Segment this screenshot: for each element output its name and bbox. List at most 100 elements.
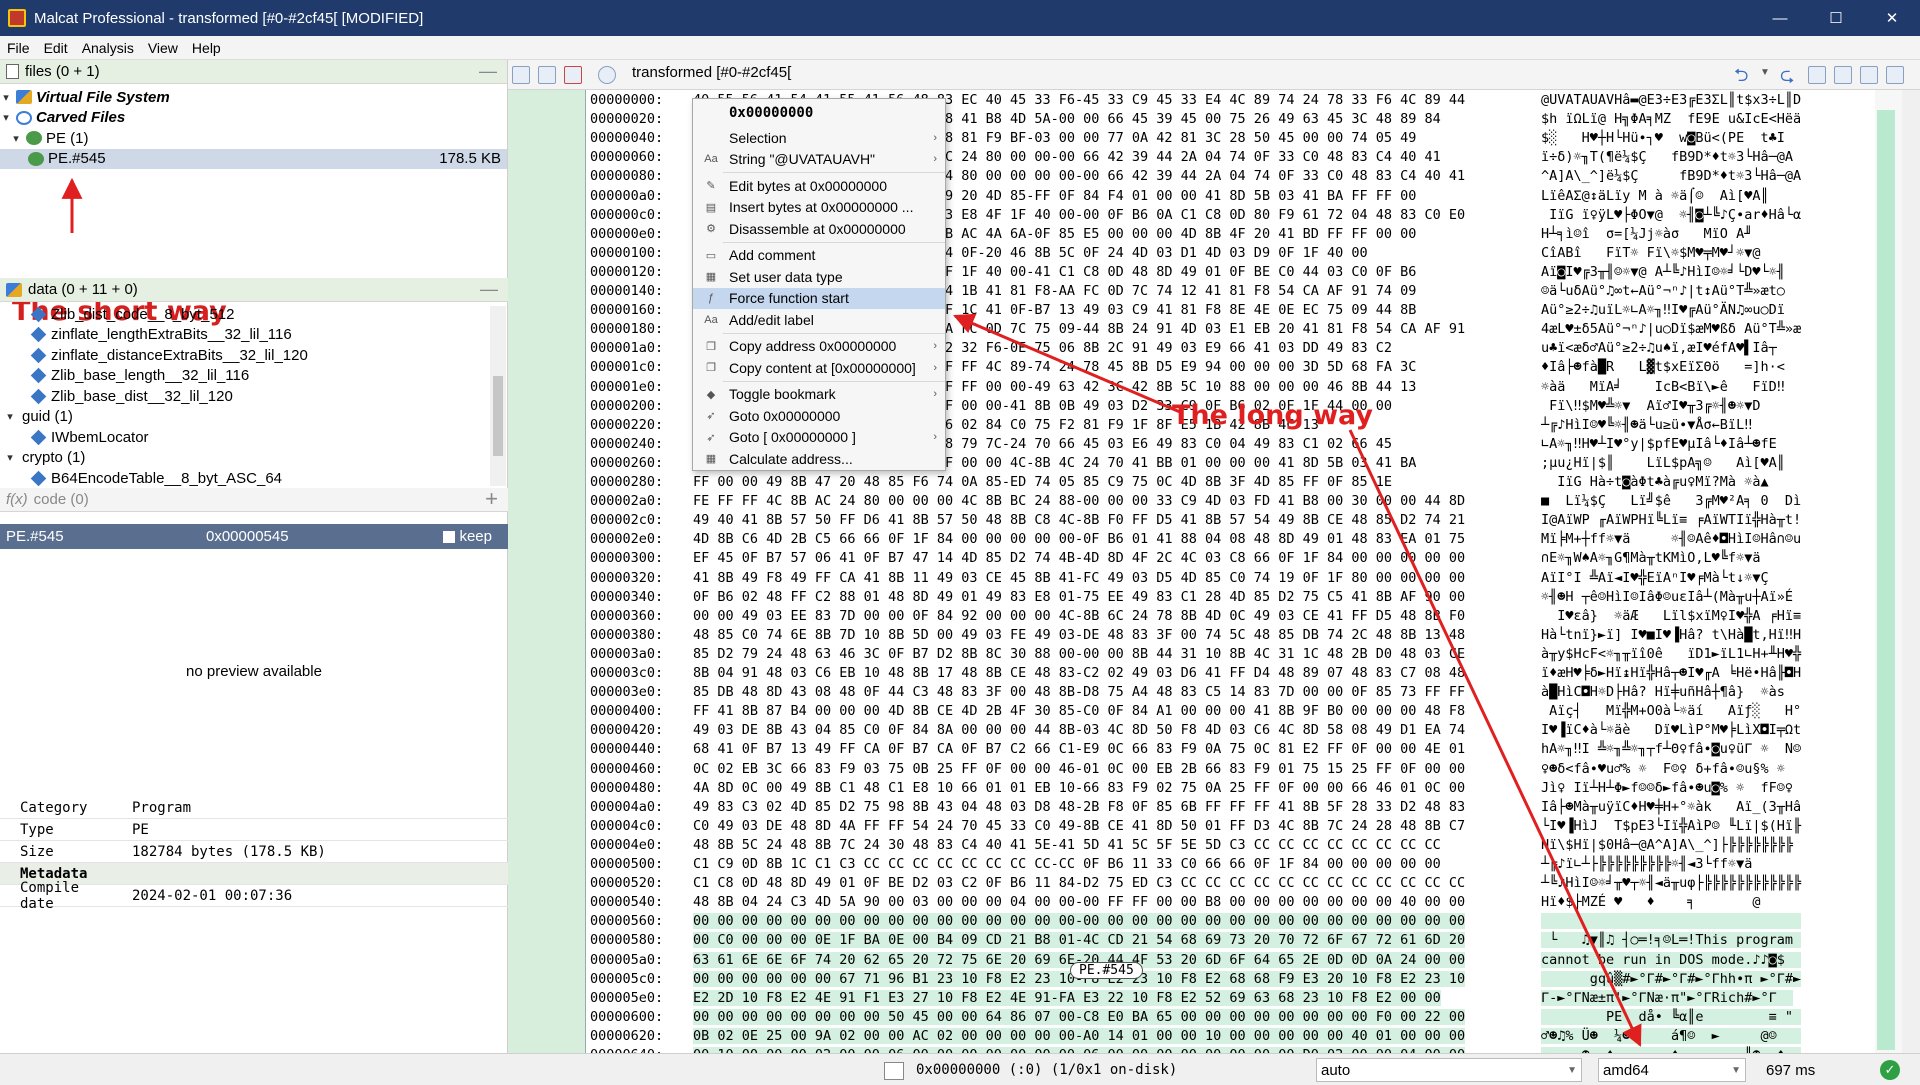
hex-ascii[interactable]	[1541, 913, 1802, 930]
maximize-button[interactable]: ☐	[1808, 0, 1864, 36]
hex-bytes[interactable]: FF 00 00 49 8B 47 20 48 85 F6 74 0A 85-E…	[693, 474, 1392, 490]
hex-bytes[interactable]: FE FF FF 4C 8B AC 24 80 00 00 00 4C 8B B…	[693, 493, 1465, 509]
context-menu-item[interactable]: Aa String "@UVATAUAVH" ›	[693, 149, 945, 171]
expand-icon[interactable]: ▾	[4, 410, 16, 423]
back-arrow-icon[interactable]: ⮌	[1734, 63, 1748, 93]
hex-bytes[interactable]: 48 8B 5C 24 48 8B 7C 24 30 48 83 C4 40 4…	[693, 837, 1441, 853]
hex-ascii[interactable]: ♦Iâ├☻fà█R L▓t$xEïΣΘö =]h·<	[1541, 359, 1785, 375]
new-file-icon[interactable]	[538, 66, 556, 84]
tree-item-carved[interactable]: ▾ Carved Files	[0, 108, 507, 129]
hex-ascii[interactable]: ┴╚♪HìI☺☼╛╥♥┬☼╢◄ä╥uφ├╠╠╠╠╠╠╠╠╠╠╠╠	[1541, 875, 1801, 891]
hex-bytes[interactable]: 8B 04 91 48 03 C6 EB 10 48 8B 17 48 8B C…	[693, 665, 1465, 681]
data-scrollbar[interactable]	[490, 306, 506, 486]
hex-ascii[interactable]: ï♦æH♥╞δ►Hï↨Hï╬Hâ┬☻I♥╓A ╘Hë•Hâ╟◘H	[1541, 665, 1801, 681]
list-item[interactable]: zinflate_distanceExtraBits__32_lil_120	[0, 345, 508, 366]
hex-ascii[interactable]: Aü°≥2÷♫uïL☼∟A☼╖‼I♥╔Aü°ÄN♫∞u○Dï	[1541, 302, 1785, 318]
hex-ascii[interactable]: ┴╔♪HìI☺♥╚☼╢☻ä└u≥ü∙▼Åσ←BïL‼	[1541, 417, 1752, 433]
collapse-data-icon[interactable]: —	[480, 279, 498, 300]
hex-bytes[interactable]: E2 2D 10 F8 E2 4E 91 F1 E3 27 10 F8 E2 4…	[693, 989, 1441, 1006]
keep-checkbox[interactable]: keep	[443, 528, 492, 545]
list-item[interactable]: Zlib_dist_code__8_byt_512	[0, 304, 508, 325]
tree-item-guid[interactable]: ▾ guid (1)	[0, 407, 508, 428]
hex-bytes[interactable]: C0 49 03 DE 48 8D 4A FF FF 54 24 70 45 3…	[693, 818, 1465, 834]
tree-item-crypto[interactable]: ▾ crypto (1)	[0, 448, 508, 469]
hex-ascii[interactable]: cannot be run in DOS mode.♪♪◙$	[1541, 951, 1802, 968]
add-icon[interactable]: +	[485, 486, 498, 512]
hex-ascii[interactable]: AïI°I ╩Aï◄I♥╬EïAⁿI♥╒Mà└t↓☼▼Ç	[1541, 570, 1801, 586]
chevron-down-icon[interactable]: ▼	[1760, 67, 1770, 78]
hex-ascii[interactable]: Hï\$Hï|$0Hâ─@A^A]A\_^]├╠╠╠╠╠╠╠╠	[1541, 837, 1793, 853]
back-panel-icon[interactable]	[512, 66, 530, 84]
context-menu-item[interactable]: Selection ›	[693, 127, 945, 149]
hex-ascii[interactable]: hA☼╖‼I ╩☼╖╩☼╖┬f┴Θ♀fâ∙◙u♀üΓ ☼ N☺	[1541, 741, 1801, 757]
hex-bytes[interactable]: 00 00 49 03 EE 83 7D 00 00 0F 84 92 00 0…	[693, 608, 1465, 624]
hex-bytes[interactable]: 0F B6 02 48 FF C2 88 01 48 8D 49 01 49 8…	[693, 589, 1465, 605]
hex-ascii[interactable]: ∟A☼╖‼H♥┴I♥°y|$pfE♥µIâ└♦Iâ┴☻fE	[1541, 436, 1777, 452]
toolbar-tool-icon[interactable]	[1808, 66, 1826, 84]
collapse-files-icon[interactable]: —	[479, 61, 497, 82]
context-menu-item[interactable]: Aa Add/edit label	[693, 309, 945, 331]
hex-ascii[interactable]: ∩E☼╖W♠A☼╖G¶Mà╥tKMìO,L♥╚f☼▼ä	[1541, 550, 1801, 566]
hex-ascii[interactable]: ♀☻δ<fâ∙♥u♂% ☼ F☺♀ δ+fâ∙☺u§% ☼	[1541, 761, 1801, 777]
list-item[interactable]: Zlib_base_length__32_lil_116	[0, 366, 508, 387]
hex-ascii[interactable]: ☺ä└uδAü°♫∞t←Aü°¬ⁿ♪|t↕Aü°T╩»æt○	[1541, 283, 1785, 299]
hex-ascii[interactable]: LïêAΣ@↕äLïy M à ☼ä⌠☺ Aì[♥A║	[1541, 188, 1785, 204]
expand-icon[interactable]: ▾	[0, 91, 12, 104]
hex-bytes[interactable]: C1 C9 0D 8B 1C C1 C3 CC CC CC CC CC CC C…	[693, 856, 1441, 872]
menu-edit[interactable]: Edit	[37, 40, 75, 56]
tree-item-pe-group[interactable]: ▾ PE (1)	[0, 128, 507, 149]
hex-bytes[interactable]: 49 03 DE 8B 43 04 85 C0 0F 84 8A 00 00 0…	[693, 722, 1465, 738]
context-menu-item[interactable]: ◆ Toggle bookmark ›	[693, 384, 945, 406]
hex-ascii[interactable]: └I♥▐HìJ T$pE3└Iï╬AìP☺ ╙Lï|$(Hï╟	[1541, 818, 1801, 834]
context-menu-item[interactable]: ▦ Calculate address...	[693, 448, 945, 470]
menu-file[interactable]: File	[0, 40, 37, 56]
context-menu-item[interactable]: ▦ Set user data type	[693, 266, 945, 288]
list-item[interactable]: IWbemLocator	[0, 427, 508, 448]
tree-item-vfs[interactable]: ▾ Virtual File System	[0, 87, 507, 108]
hex-bytes[interactable]: 4A 8D 0C 00 49 8B C1 48 C1 E8 10 66 01 0…	[693, 780, 1465, 796]
hex-ascii[interactable]: CîABî FïT☼ Fï\☼$M♥╤M♥┘☼▼@	[1541, 245, 1769, 261]
toolbar-tool-icon[interactable]	[1834, 66, 1852, 84]
hex-ascii[interactable]: Iâ├☻Mà╥uÿïC♦H♥╪H+°☼àk Aï_(3╥Hâ	[1541, 799, 1801, 815]
checkbox-box[interactable]	[443, 530, 456, 543]
hex-bytes[interactable]: 85 DB 48 8D 43 08 48 0F 44 C3 48 83 3F 0…	[693, 684, 1465, 700]
minimap[interactable]	[1877, 110, 1895, 1050]
hex-ascii[interactable]: H┴╕ì☺î σ=[¼Jj☼àσ MïO A╜	[1541, 226, 1785, 242]
hex-ascii[interactable]: ☼àä MïA╛ IcB<Bï\►ê FïD‼	[1541, 379, 1785, 395]
hex-ascii[interactable]: Hà└tnï}►ï] I♥■I♥▐Hâ? t\Hà█t,Hï‼H	[1541, 627, 1801, 643]
hex-bytes[interactable]: EF 45 0F B7 57 06 41 0F B7 47 14 4D 85 D…	[693, 550, 1465, 566]
hex-ascii[interactable]: Mï╞M+┼ff☼▼ä ☼╢☺Aê♦◘HìI☺Hâ∩☺u	[1541, 531, 1801, 547]
hex-bytes[interactable]: 00 C0 00 00 00 0E 1F BA 0E 00 B4 09 CD 2…	[693, 932, 1466, 949]
hex-bytes[interactable]: 0C 02 EB 3C 66 83 F9 03 75 0B 25 FF 0F 0…	[693, 761, 1465, 777]
code-panel-header[interactable]: f(x) code (0) +	[0, 486, 508, 512]
hex-bytes[interactable]: 48 85 C0 74 6E 8B 7D 10 8B 5D 00 49 03 F…	[693, 627, 1465, 643]
hex-ascii[interactable]: ^A]A\_^]ë¼$Ç fB9D*♦t☼3└Hâ─@A	[1541, 168, 1801, 184]
hex-ascii[interactable]: IïG Hà÷t◙àΦt♣à╔u♀Mï?Mà ☼à▲	[1541, 474, 1768, 490]
hex-ascii[interactable]: ■ Lï¼$Ç Lï╝$ê 3╔M♥²A╕ 0 Dì	[1541, 493, 1801, 509]
hex-bytes[interactable]: 85 D2 79 24 48 63 46 3C 0F B7 D2 8B 8C 3…	[693, 646, 1465, 662]
hex-ascii[interactable]: Hï♦$├MZÉ ♥ ♦ ╕ @	[1541, 894, 1777, 910]
context-menu-item[interactable]: ƒ Force function start	[693, 287, 945, 309]
hex-ascii[interactable]: $h ïΩLï@ H╗ΦA╕MZ fE9E u&IcE<Hëä	[1541, 111, 1801, 127]
hex-bytes[interactable]: 0B 02 0E 25 00 9A 02 00 00 AC 02 00 00 0…	[693, 1027, 1466, 1044]
hex-bytes[interactable]: 68 41 0F B7 13 49 FF CA 0F B7 CA 0F B7 C…	[693, 741, 1465, 757]
hex-ascii[interactable]: $░ H♥┼H└Hü∙┐♥ w◙Bü<(PE t♣I	[1541, 130, 1785, 146]
hex-ascii[interactable]: ;µu¿Hï|$║ LïL$pA╗☺ Aì[♥A║	[1541, 455, 1785, 471]
context-menu-item[interactable]: ✎ Edit bytes at 0x00000000	[693, 175, 945, 197]
hex-bytes[interactable]: 49 83 C3 02 4D 85 D2 75 98 8B 43 04 48 0…	[693, 799, 1465, 815]
close-file-icon[interactable]	[564, 66, 582, 84]
files-panel-header[interactable]: files (0 + 1) —	[0, 60, 507, 84]
arch-select[interactable]: amd64 ▼	[1598, 1058, 1746, 1082]
hex-ascii[interactable]: @UVATAUAVHâ▬@E3÷E3╔E3ΣL║t$x3÷L║D	[1541, 92, 1801, 108]
context-menu-item[interactable]: ▭ Add comment	[693, 245, 945, 267]
context-menu-item[interactable]: ❐ Copy content at [0x00000000] ›	[693, 357, 945, 379]
forward-arrow-icon[interactable]: ⮎	[1780, 63, 1794, 93]
hex-ascii[interactable]: ☼╢☻H ┬ê☺HìI☺IâΦ☺uεIâ┴(Mà╥u┼Aï»É	[1541, 589, 1801, 605]
tab-title[interactable]: transformed [#0-#2cf45[	[632, 64, 791, 81]
hex-ascii[interactable]: I♥▐ïC♦à└☼äè Dï♥LìP°M♥╞LìX◘I╤Ωt	[1541, 722, 1801, 738]
menu-view[interactable]: View	[141, 40, 185, 56]
list-item[interactable]: Zlib_base_dist__32_lil_120	[0, 386, 508, 407]
context-menu-item[interactable]: ➶ Goto 0x00000000	[693, 405, 945, 427]
context-menu-item[interactable]: ❐ Copy address 0x00000000 ›	[693, 336, 945, 358]
hex-ascii[interactable]: Fï\‼$M♥╩☼▼ Aï♂I♥╥3╔☼╢☻☼▼D	[1541, 398, 1777, 414]
